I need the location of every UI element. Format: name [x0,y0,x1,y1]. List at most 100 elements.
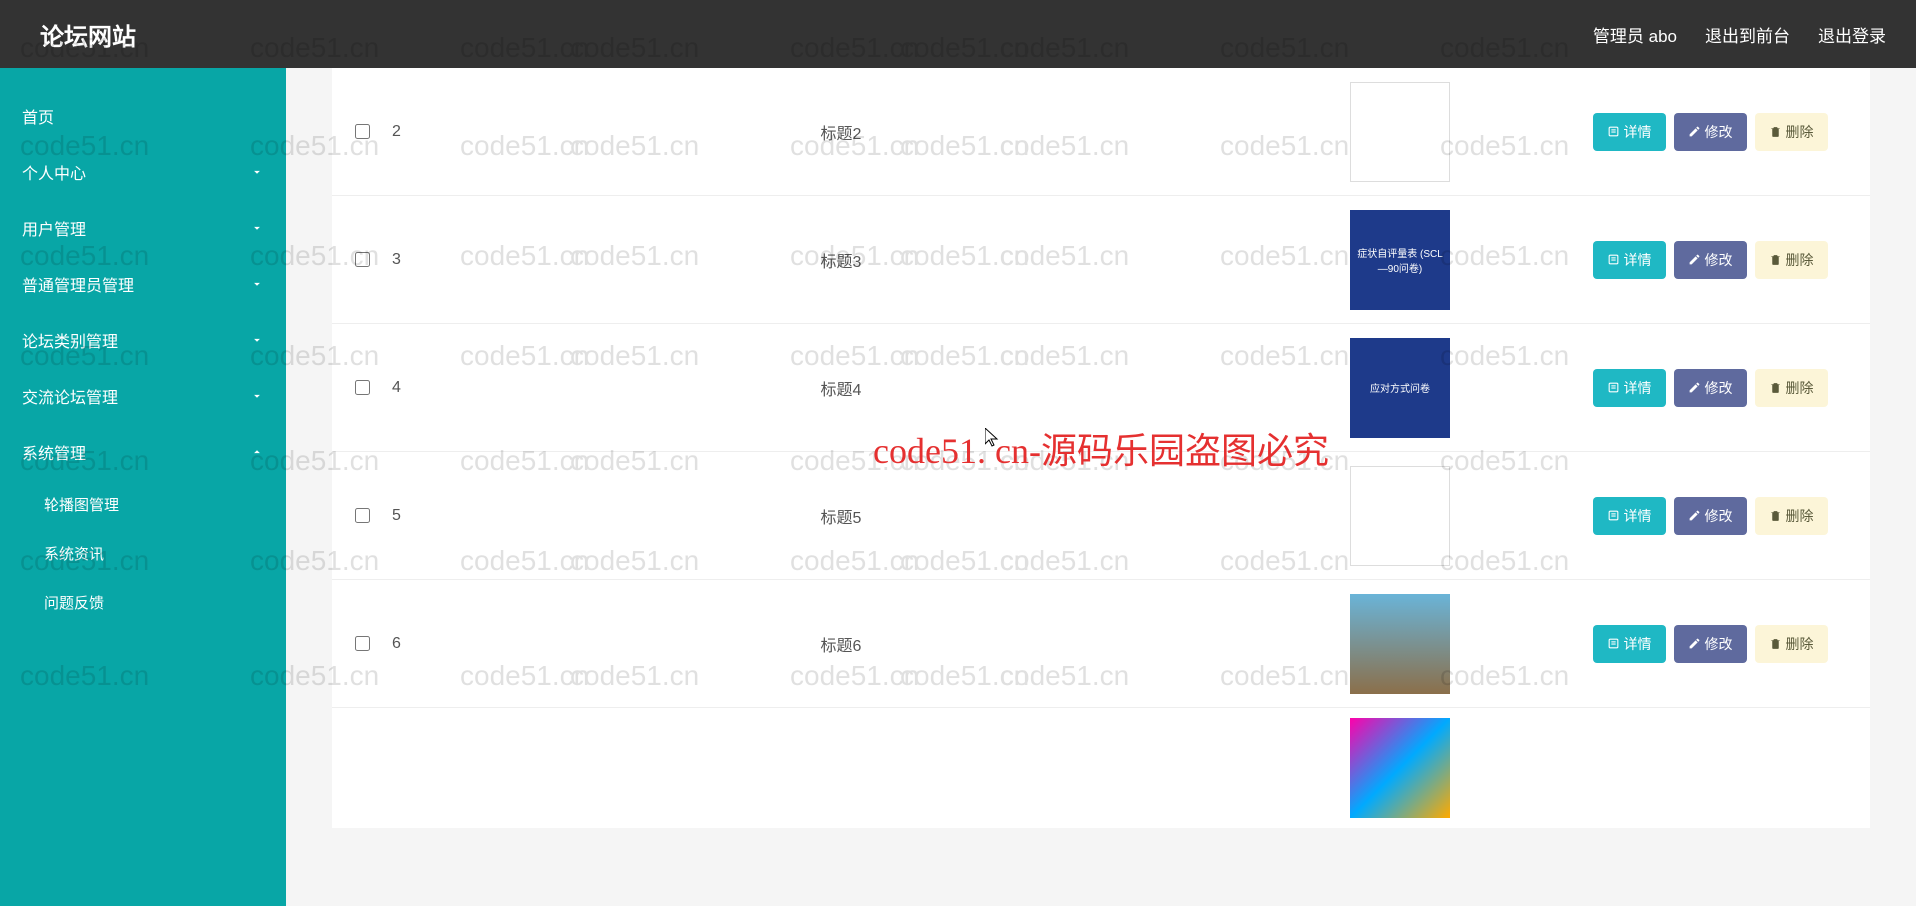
sidebar-label: 论坛类别管理 [22,328,118,352]
cell-actions: 详情 修改 删除 [1550,369,1870,407]
sidebar-item-home[interactable]: 首页 [0,88,286,144]
main-content: 2 标题2 详情 修改 删除 3 标题3 症状自评量表 (S [286,68,1916,906]
row-checkbox[interactable] [355,636,370,651]
cell-image: 症状自评量表 (SCL—90问卷) [1250,210,1550,310]
button-label: 修改 [1705,122,1733,142]
cell-checkbox [332,380,392,395]
sidebar-label: 系统资讯 [44,546,104,563]
sidebar-item-system-mgmt[interactable]: 系统管理 [0,424,286,480]
detail-icon [1607,253,1620,266]
cell-image [1250,466,1550,566]
button-label: 删除 [1786,634,1814,654]
edit-button[interactable]: 修改 [1674,113,1747,151]
cell-checkbox [332,636,392,651]
delete-button[interactable]: 删除 [1755,369,1828,407]
delete-icon [1769,253,1782,266]
sidebar-item-category-mgmt[interactable]: 论坛类别管理 [0,312,286,368]
button-label: 删除 [1786,378,1814,398]
sidebar-label: 用户管理 [22,216,86,240]
edit-button[interactable]: 修改 [1674,497,1747,535]
chevron-up-icon [250,445,264,459]
cell-id: 2 [392,123,432,141]
sidebar-item-user-mgmt[interactable]: 用户管理 [0,200,286,256]
thumbnail: 应对方式问卷 [1350,338,1450,438]
sidebar-label: 交流论坛管理 [22,384,118,408]
sidebar-item-forum-mgmt[interactable]: 交流论坛管理 [0,368,286,424]
table-row: 4 标题4 应对方式问卷 详情 修改 删除 [332,324,1870,452]
delete-button[interactable]: 删除 [1755,625,1828,663]
sidebar-item-personal[interactable]: 个人中心 [0,144,286,200]
cell-actions: 详情 修改 删除 [1550,241,1870,279]
cell-checkbox [332,124,392,139]
sidebar-item-admin-mgmt[interactable]: 普通管理员管理 [0,256,286,312]
cell-title: 标题4 [432,376,1250,400]
logout-link[interactable]: 退出登录 [1818,22,1886,47]
sidebar-sub-carousel[interactable]: 轮播图管理 [0,480,286,529]
edit-icon [1688,637,1701,650]
button-label: 详情 [1624,634,1652,654]
admin-label[interactable]: 管理员 abo [1593,22,1677,47]
sidebar-label: 首页 [22,104,54,128]
brand-title: 论坛网站 [40,17,136,52]
table-row: 6 标题6 详情 修改 删除 [332,580,1870,708]
sidebar-sub-system-info[interactable]: 系统资讯 [0,529,286,578]
button-label: 详情 [1624,506,1652,526]
delete-button[interactable]: 删除 [1755,241,1828,279]
cell-title: 标题5 [432,504,1250,528]
cell-title: 标题6 [432,632,1250,656]
row-checkbox[interactable] [355,252,370,267]
edit-button[interactable]: 修改 [1674,369,1747,407]
sidebar-label: 系统管理 [22,440,86,464]
row-checkbox[interactable] [355,380,370,395]
thumbnail [1350,82,1450,182]
button-label: 删除 [1786,506,1814,526]
row-checkbox[interactable] [355,508,370,523]
cell-checkbox [332,252,392,267]
thumbnail [1350,594,1450,694]
button-label: 详情 [1624,378,1652,398]
delete-button[interactable]: 删除 [1755,497,1828,535]
chevron-down-icon [250,389,264,403]
cell-actions: 详情 修改 删除 [1550,113,1870,151]
detail-icon [1607,381,1620,394]
sidebar-label: 轮播图管理 [44,497,119,514]
chevron-down-icon [250,221,264,235]
cell-image [1250,82,1550,182]
header-nav: 管理员 abo 退出到前台 退出登录 [1593,22,1886,47]
button-label: 修改 [1705,506,1733,526]
button-label: 详情 [1624,250,1652,270]
detail-icon [1607,509,1620,522]
sidebar-label: 个人中心 [22,160,86,184]
cell-checkbox [332,508,392,523]
cell-image [1250,718,1550,818]
exit-frontend-link[interactable]: 退出到前台 [1705,22,1790,47]
delete-icon [1769,509,1782,522]
cell-id: 3 [392,251,432,269]
delete-icon [1769,125,1782,138]
detail-button[interactable]: 详情 [1593,625,1666,663]
detail-button[interactable]: 详情 [1593,497,1666,535]
detail-icon [1607,125,1620,138]
header: 论坛网站 管理员 abo 退出到前台 退出登录 [0,0,1916,68]
delete-button[interactable]: 删除 [1755,113,1828,151]
edit-button[interactable]: 修改 [1674,625,1747,663]
button-label: 修改 [1705,634,1733,654]
cell-id: 5 [392,507,432,525]
table-row: 5 标题5 详情 修改 删除 [332,452,1870,580]
cell-id: 4 [392,379,432,397]
detail-button[interactable]: 详情 [1593,369,1666,407]
edit-icon [1688,253,1701,266]
button-label: 删除 [1786,122,1814,142]
edit-button[interactable]: 修改 [1674,241,1747,279]
detail-button[interactable]: 详情 [1593,113,1666,151]
sidebar-label: 普通管理员管理 [22,272,134,296]
sidebar-label: 问题反馈 [44,595,104,612]
delete-icon [1769,637,1782,650]
table-row [332,708,1870,828]
row-checkbox[interactable] [355,124,370,139]
sidebar-sub-feedback[interactable]: 问题反馈 [0,578,286,627]
detail-icon [1607,637,1620,650]
thumbnail [1350,466,1450,566]
detail-button[interactable]: 详情 [1593,241,1666,279]
edit-icon [1688,381,1701,394]
